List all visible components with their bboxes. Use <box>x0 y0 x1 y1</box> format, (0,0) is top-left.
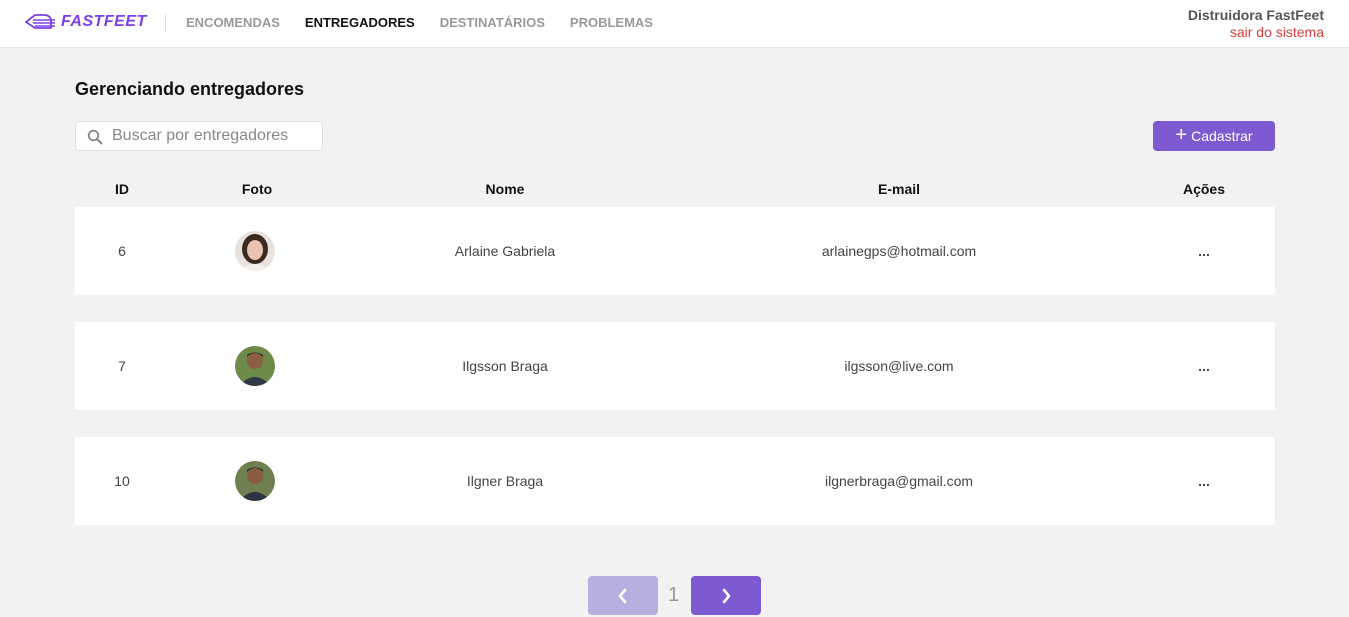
search-box[interactable] <box>75 121 323 151</box>
cell-email: ilgnerbraga@gmail.com <box>824 473 974 489</box>
row-actions-button[interactable]: ... <box>1198 473 1210 489</box>
pagination-next-button[interactable] <box>691 576 761 615</box>
row-actions-button[interactable]: ... <box>1198 243 1210 259</box>
avatar <box>235 461 275 501</box>
cell-email: arlainegps@hotmail.com <box>821 243 977 259</box>
chevron-left-icon <box>618 588 627 603</box>
table-row: 10 Ilgner Braga ilgnerbraga@gmail.com ..… <box>75 437 1275 525</box>
column-header-email: E-mail <box>877 181 921 197</box>
nav-item-destinatarios[interactable]: DESTINATÁRIOS <box>440 15 545 30</box>
cell-email: ilgsson@live.com <box>844 358 954 374</box>
cell-name: Arlaine Gabriela <box>454 243 556 259</box>
truck-icon <box>25 14 55 29</box>
column-header-id: ID <box>115 181 129 197</box>
search-icon <box>87 129 103 145</box>
brand-logo[interactable]: FASTFEET <box>24 11 147 33</box>
search-input[interactable] <box>112 127 312 145</box>
user-panel: Distruidora FastFeet sair do sistema <box>1188 7 1324 40</box>
column-header-name: Nome <box>485 181 525 197</box>
cell-id: 6 <box>118 243 126 259</box>
nav-item-problemas[interactable]: PROBLEMAS <box>570 15 653 30</box>
chevron-right-icon <box>722 588 731 603</box>
page-title: Gerenciando entregadores <box>75 79 305 99</box>
plus-icon: + <box>1175 124 1188 146</box>
cell-id: 10 <box>114 473 130 489</box>
row-actions-button[interactable]: ... <box>1198 358 1210 374</box>
cell-id: 7 <box>118 358 126 374</box>
add-button-label: Cadastrar <box>1191 128 1253 144</box>
pagination-prev-button[interactable] <box>588 576 658 615</box>
table-header: ID Foto Nome E-mail Ações <box>75 181 1275 199</box>
avatar-man <box>235 461 275 501</box>
top-header: FASTFEET ENCOMENDAS ENTREGADORES DESTINA… <box>0 0 1349 48</box>
column-header-actions: Ações <box>1182 181 1226 197</box>
pagination-current-page: 1 <box>668 584 680 606</box>
avatar-man <box>235 346 275 386</box>
logout-link[interactable]: sair do sistema <box>1188 24 1324 40</box>
column-header-photo: Foto <box>241 181 273 197</box>
avatar-woman <box>235 231 275 271</box>
avatar <box>235 346 275 386</box>
add-deliveryman-button[interactable]: + Cadastrar <box>1153 121 1275 151</box>
table-row: 7 Ilgsson Braga ilgsson@live.com ... <box>75 322 1275 410</box>
main-nav: ENCOMENDAS ENTREGADORES DESTINATÁRIOS PR… <box>186 15 678 30</box>
cell-name: Ilgner Braga <box>466 473 544 489</box>
user-name: Distruidora FastFeet <box>1187 7 1324 23</box>
cell-name: Ilgsson Braga <box>462 358 548 374</box>
avatar <box>235 231 275 271</box>
header-divider <box>165 14 166 32</box>
table-row: 6 Arlaine Gabriela arlainegps@hotmail.co… <box>75 207 1275 295</box>
brand-name: FASTFEET <box>61 13 147 30</box>
nav-item-encomendas[interactable]: ENCOMENDAS <box>186 15 280 30</box>
nav-item-entregadores[interactable]: ENTREGADORES <box>305 15 415 30</box>
